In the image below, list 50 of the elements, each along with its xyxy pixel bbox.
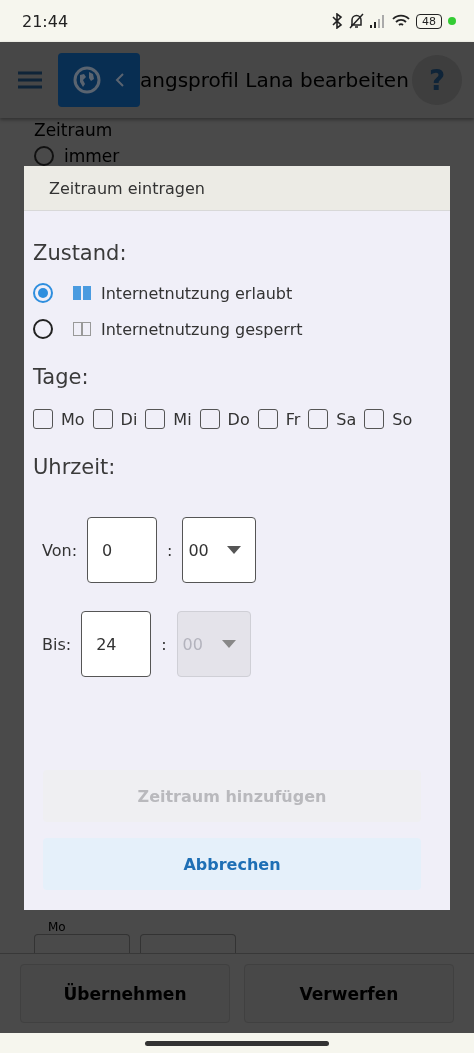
checkbox-label: Do xyxy=(227,409,250,429)
signal-icon xyxy=(370,14,386,28)
discard-button[interactable]: Verwerfen xyxy=(244,964,454,1023)
battery-indicator: 48 xyxy=(416,13,442,29)
checkbox[interactable] xyxy=(92,409,113,429)
caret-icon xyxy=(227,546,242,554)
field-label: Mo xyxy=(47,921,67,934)
checkbox-label: Mo xyxy=(61,409,85,429)
radio-button[interactable] xyxy=(33,283,53,303)
home-indicator[interactable] xyxy=(145,1040,329,1046)
checkbox[interactable] xyxy=(257,409,278,429)
separator: : xyxy=(167,540,173,560)
minute-dropdown[interactable]: 00 xyxy=(182,517,257,583)
checkbox-label: Fr xyxy=(285,409,301,429)
cancel-button[interactable]: Abbrechen xyxy=(43,838,421,890)
checkbox[interactable] xyxy=(33,409,53,429)
bell-muted-icon xyxy=(349,13,364,29)
page-title: angsprofil Lana bearbeiten xyxy=(140,68,410,92)
apply-button[interactable]: Übernehmen xyxy=(20,964,230,1023)
caret-icon xyxy=(221,640,236,648)
checkbox[interactable] xyxy=(364,409,385,429)
section-heading: Zustand: xyxy=(33,241,128,265)
section-heading: Uhrzeit: xyxy=(33,455,117,479)
clock: 21:44 xyxy=(22,11,69,31)
checkbox-label: Sa xyxy=(336,409,357,429)
checkbox-label: Mi xyxy=(173,409,192,429)
checkbox-label: So xyxy=(392,409,413,429)
allowed-icon xyxy=(73,286,91,300)
blocked-icon xyxy=(73,322,91,336)
globe-icon xyxy=(73,66,101,94)
radio-button[interactable] xyxy=(33,319,53,339)
separator: : xyxy=(161,634,167,654)
wifi-icon xyxy=(392,14,410,28)
checkbox[interactable] xyxy=(308,409,329,429)
checkbox[interactable] xyxy=(199,409,220,429)
checkbox-label: Di xyxy=(120,409,138,429)
time-label: Bis: xyxy=(42,634,72,654)
option-label: immer xyxy=(64,146,120,166)
chevron-left-icon xyxy=(115,72,125,88)
hour-field[interactable]: 0 xyxy=(87,517,158,583)
dialog-title: Zeitraum eintragen xyxy=(49,178,205,198)
help-button[interactable]: ? xyxy=(412,55,462,105)
section-label: Zeitraum xyxy=(34,120,114,140)
option-label: Internetnutzung erlaubt xyxy=(101,283,293,303)
dot-icon xyxy=(448,17,456,25)
time-label: Von: xyxy=(42,540,78,560)
section-heading: Tage: xyxy=(33,365,90,389)
option-label: Internetnutzung gesperrt xyxy=(101,319,303,339)
bluetooth-icon xyxy=(331,13,343,29)
checkbox[interactable] xyxy=(145,409,166,429)
